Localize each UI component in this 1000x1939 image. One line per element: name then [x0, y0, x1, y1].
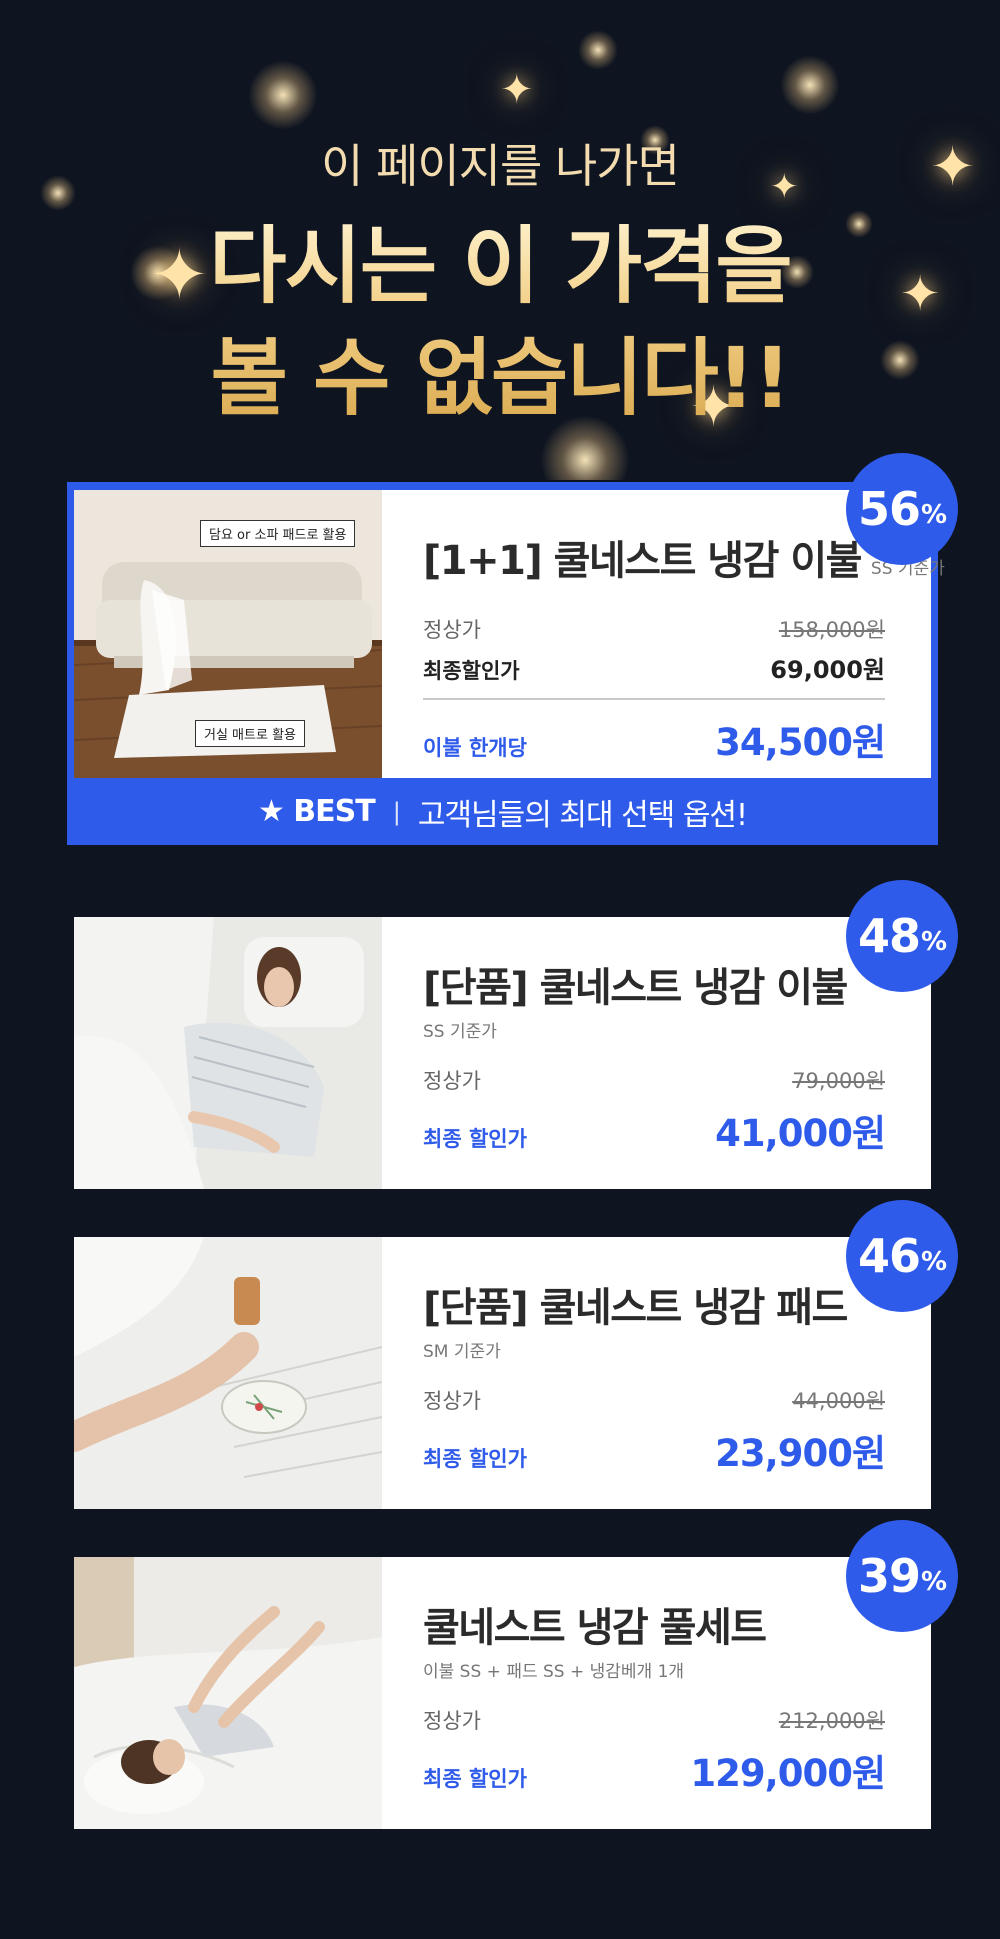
callout-label: 거실 매트로 활용 — [195, 720, 305, 747]
product-card-1[interactable]: 담요 or 소파 패드로 활용 거실 매트로 활용 [1+1] 쿨네스트 냉감 … — [74, 490, 945, 778]
discount-unit: % — [920, 1247, 947, 1277]
product-info: 쿨네스트 냉감 풀세트 이불 SS + 패드 SS + 냉감베개 1개 정상가 … — [382, 1557, 931, 1829]
regular-price: 212,000원 — [778, 1709, 885, 1733]
price-basis: SM 기준가 — [423, 1342, 501, 1362]
unit-price-label: 이불 한개당 — [423, 736, 527, 760]
woman-blanket-illustration — [74, 917, 382, 1189]
final-price-label: 최종 할인가 — [423, 1127, 527, 1151]
hero-title-line: 다시는 이 가격을 — [209, 217, 791, 315]
best-separator: | — [392, 797, 401, 826]
product-info: [단품] 쿨네스트 냉감 이불 SS 기준가 정상가 79,000원 최종 할인… — [382, 917, 931, 1189]
product-name: [단품] 쿨네스트 냉감 이불 — [423, 965, 848, 1011]
product-photo-blanket — [74, 917, 382, 1189]
sparkle-decoration — [248, 60, 318, 130]
product-card-2[interactable]: [단품] 쿨네스트 냉감 이불 SS 기준가 정상가 79,000원 최종 할인… — [74, 917, 931, 1189]
hero-title-line: 볼 수 없습니다!! — [210, 329, 790, 427]
product-card-3[interactable]: [단품] 쿨네스트 냉감 패드 SM 기준가 정상가 44,000원 최종 할인… — [74, 1237, 931, 1509]
product-name: 쿨네스트 냉감 풀세트 — [423, 1605, 767, 1651]
product-info: [1+1] 쿨네스트 냉감 이불 SS 기준가 정상가 158,000원 최종할인… — [382, 490, 945, 778]
discount-value: 56 — [857, 482, 921, 536]
regular-price-label: 정상가 — [423, 1709, 481, 1733]
product-photo-fullset — [74, 1557, 382, 1829]
product-card-4[interactable]: 쿨네스트 냉감 풀세트 이불 SS + 패드 SS + 냉감베개 1개 정상가 … — [74, 1557, 931, 1829]
discount-unit: % — [920, 500, 947, 530]
discount-unit: % — [920, 1567, 947, 1597]
regular-price: 44,000원 — [792, 1389, 885, 1413]
divider — [423, 698, 885, 700]
price-basis: SS 기준가 — [423, 1022, 497, 1042]
product-name-text: [1+1] 쿨네스트 냉감 이불 — [423, 538, 862, 584]
product-info: [단품] 쿨네스트 냉감 패드 SM 기준가 정상가 44,000원 최종 할인… — [382, 1237, 931, 1509]
callout-label: 담요 or 소파 패드로 활용 — [200, 520, 356, 547]
final-price-row: 최종 할인가 41,000원 — [423, 1103, 886, 1157]
best-tag: ★ BEST — [257, 794, 376, 829]
discount-value: 48 — [857, 909, 921, 963]
regular-price-row: 정상가 44,000원 — [423, 1385, 885, 1415]
sparkle-decoration — [780, 55, 840, 115]
final-price: 23,900원 — [715, 1432, 886, 1475]
hero-banner: ✦ ✦ ✦ ✦ ✦ ✦ 이 페이지를 나가면 다시는 이 가격을 볼 수 없습니… — [0, 0, 1000, 480]
final-price-label: 최종 할인가 — [423, 1447, 527, 1471]
regular-price: 79,000원 — [792, 1069, 885, 1093]
final-price-label: 최종 할인가 — [423, 1767, 527, 1791]
discount-badge: 56% — [846, 453, 958, 565]
discount-unit: % — [920, 927, 947, 957]
final-price-label: 최종할인가 — [423, 659, 520, 683]
product-photo-sofa: 담요 or 소파 패드로 활용 거실 매트로 활용 — [74, 490, 382, 778]
woman-pad-illustration — [74, 1237, 382, 1509]
regular-price-row: 정상가 212,000원 — [423, 1705, 885, 1735]
final-price: 41,000원 — [715, 1112, 886, 1155]
regular-price-label: 정상가 — [423, 1069, 481, 1093]
discount-badge: 39% — [846, 1520, 958, 1632]
discount-value: 39 — [857, 1549, 921, 1603]
regular-price-label: 정상가 — [423, 618, 481, 642]
regular-price: 158,000원 — [778, 618, 885, 642]
final-price-row: 최종 할인가 129,000원 — [423, 1743, 886, 1797]
regular-price-row: 정상가 158,000원 — [423, 614, 885, 644]
unit-price: 34,500원 — [715, 721, 886, 764]
discount-badge: 48% — [846, 880, 958, 992]
regular-price-row: 정상가 79,000원 — [423, 1065, 885, 1095]
final-price-row: 최종 할인가 23,900원 — [423, 1423, 886, 1477]
star-icon: ✦ — [500, 67, 534, 113]
product-photo-pad — [74, 1237, 382, 1509]
discount-badge: 46% — [846, 1200, 958, 1312]
product-name: [단품] 쿨네스트 냉감 패드 — [423, 1285, 848, 1331]
price-basis: 이불 SS + 패드 SS + 냉감베개 1개 — [423, 1662, 685, 1682]
final-price: 129,000원 — [690, 1752, 886, 1795]
discount-value: 46 — [857, 1229, 921, 1283]
regular-price-label: 정상가 — [423, 1389, 481, 1413]
hero-title: 다시는 이 가격을 볼 수 없습니다!! — [0, 210, 1000, 434]
final-price-row: 최종할인가 69,000원 — [423, 650, 885, 685]
final-price: 69,000원 — [770, 656, 885, 684]
best-text: 고객님들의 최대 선택 옵션! — [417, 797, 748, 833]
woman-fullset-illustration — [74, 1557, 382, 1829]
best-option-banner: ★ BEST | 고객님들의 최대 선택 옵션! — [67, 778, 938, 845]
unit-price-row: 이불 한개당 34,500원 — [423, 712, 886, 766]
hero-subtitle: 이 페이지를 나가면 — [321, 139, 680, 193]
sparkle-decoration — [578, 30, 618, 70]
